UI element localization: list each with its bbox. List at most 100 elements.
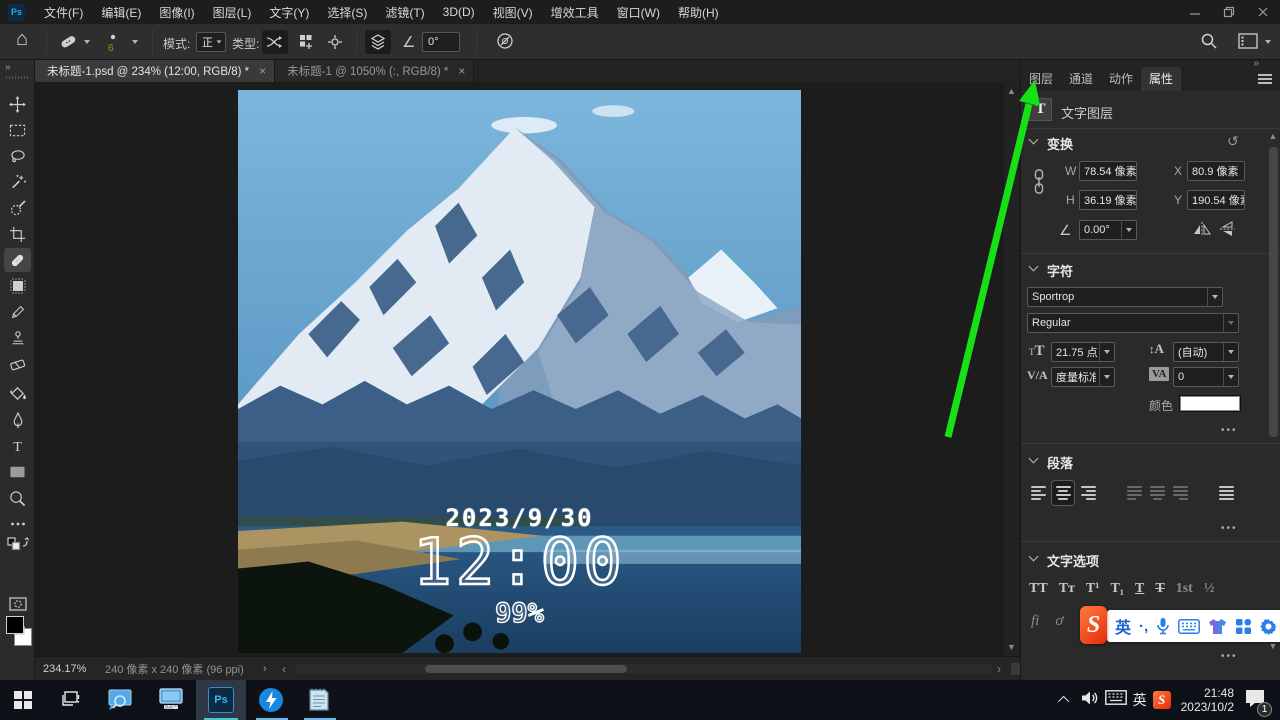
- swap-colors-icon[interactable]: [4, 534, 31, 554]
- mode-select[interactable]: 正: [196, 32, 226, 52]
- justify-all-button[interactable]: [1215, 481, 1237, 505]
- kerning-select[interactable]: 度量标准: [1051, 367, 1115, 387]
- spot-healing-brush-tool[interactable]: [4, 248, 31, 272]
- panel-collapse-icon[interactable]: »: [1253, 58, 1259, 69]
- scroll-down-icon[interactable]: ▼: [1004, 642, 1019, 652]
- sogou-mic-icon[interactable]: [1156, 617, 1170, 635]
- justify-last-right-button[interactable]: [1169, 481, 1191, 505]
- canvas-area[interactable]: 2023/9/30 12:00 99% ▲ ▼: [35, 82, 1020, 656]
- tray-expand-icon[interactable]: [1057, 695, 1069, 708]
- align-left-button[interactable]: [1027, 481, 1049, 505]
- menu-filter[interactable]: 滤镜(T): [376, 0, 433, 24]
- menu-select[interactable]: 选择(S): [318, 0, 376, 24]
- panel-menu-icon[interactable]: [1258, 74, 1272, 84]
- gradient-tool[interactable]: [4, 382, 31, 406]
- taskbar-language-indicator[interactable]: 英: [1133, 690, 1147, 710]
- transform-collapse-icon[interactable]: [1028, 134, 1039, 145]
- panel-scroll-down-icon[interactable]: ▼: [1267, 641, 1279, 651]
- justify-last-center-button[interactable]: [1146, 481, 1168, 505]
- type-tool[interactable]: T: [4, 434, 31, 458]
- task-view-button[interactable]: [48, 680, 94, 720]
- font-size-select[interactable]: 21.75 点: [1051, 342, 1115, 362]
- strikethrough-button[interactable]: T: [1155, 581, 1164, 597]
- remote-desktop-button[interactable]: [148, 680, 194, 720]
- scroll-right-icon[interactable]: ›: [997, 662, 1001, 676]
- y-field[interactable]: 190.54 像素: [1187, 190, 1245, 210]
- sogou-toolbox-icon[interactable]: [1235, 618, 1252, 635]
- swash-button[interactable]: ơ: [1055, 613, 1063, 630]
- justify-last-left-button[interactable]: [1123, 481, 1145, 505]
- tab-channels[interactable]: 通道: [1061, 67, 1101, 91]
- taskbar-app2-button[interactable]: [248, 680, 294, 720]
- reset-transform-icon[interactable]: ↺: [1227, 133, 1239, 150]
- sogou-language-toggle[interactable]: 英: [1115, 614, 1131, 638]
- font-style-select[interactable]: Regular: [1027, 313, 1239, 333]
- tool-dropdown-caret[interactable]: [84, 40, 90, 44]
- content-aware-button[interactable]: [262, 30, 288, 54]
- ordinals-button[interactable]: 1st: [1176, 581, 1193, 597]
- ligatures-button[interactable]: fi: [1031, 613, 1039, 630]
- search-icon[interactable]: [1200, 32, 1218, 50]
- sogou-punctuation-toggle[interactable]: ·,: [1139, 618, 1148, 635]
- taskbar-clock[interactable]: 21:48 2023/10/2: [1181, 686, 1234, 714]
- marquee-tool[interactable]: [4, 118, 31, 142]
- taskbar-photoshop-button[interactable]: Ps: [196, 680, 246, 720]
- brush-dropdown-caret[interactable]: [132, 40, 138, 44]
- underline-button[interactable]: T: [1135, 581, 1144, 597]
- pen-tool[interactable]: [4, 408, 31, 432]
- canvas-image[interactable]: 2023/9/30 12:00 99%: [238, 90, 801, 653]
- sogou-keyboard-icon[interactable]: [1178, 618, 1201, 634]
- quick-mask-icon[interactable]: [4, 592, 31, 616]
- pencil-tool[interactable]: [4, 300, 31, 324]
- canvas-horizontal-scrollbar[interactable]: [295, 664, 993, 674]
- workspace-switcher-icon[interactable]: [1238, 33, 1258, 49]
- stamp-tool[interactable]: [4, 326, 31, 350]
- home-icon[interactable]: ⌂: [16, 28, 28, 51]
- healing-brush-tool-icon[interactable]: [56, 31, 80, 53]
- font-family-select[interactable]: Sportrop: [1027, 287, 1223, 307]
- create-texture-button[interactable]: [294, 30, 320, 54]
- text-color-swatch[interactable]: [1179, 395, 1241, 412]
- zoom-level[interactable]: 234.17%: [43, 663, 86, 675]
- shape-tool[interactable]: [4, 460, 31, 484]
- rotation-field[interactable]: 0.00°: [1079, 220, 1137, 240]
- leading-select[interactable]: (自动): [1173, 342, 1239, 362]
- type-options-collapse-icon[interactable]: [1028, 551, 1039, 562]
- tab-actions[interactable]: 动作: [1101, 67, 1141, 91]
- menu-help[interactable]: 帮助(H): [669, 0, 728, 24]
- menu-plugins[interactable]: 增效工具: [542, 0, 608, 24]
- menu-edit[interactable]: 编辑(E): [92, 0, 150, 24]
- subscript-button[interactable]: T₁: [1110, 581, 1124, 597]
- proximity-match-button[interactable]: [322, 30, 348, 54]
- volume-icon[interactable]: [1081, 690, 1099, 711]
- taskbar-sogou-icon[interactable]: S: [1152, 691, 1171, 709]
- menu-layer[interactable]: 图层(L): [204, 0, 261, 24]
- type-options-more-icon[interactable]: •••: [1221, 651, 1238, 662]
- scroll-up-icon[interactable]: ▲: [1004, 86, 1019, 96]
- sogou-skin-icon[interactable]: [1208, 618, 1227, 635]
- menu-3d[interactable]: 3D(D): [434, 0, 484, 24]
- brush-preview-icon[interactable]: [108, 32, 118, 42]
- pattern-stamp-tool[interactable]: [4, 274, 31, 298]
- fractions-button[interactable]: ½: [1204, 581, 1215, 597]
- character-collapse-icon[interactable]: [1028, 261, 1039, 272]
- close-button[interactable]: [1246, 0, 1280, 24]
- minimize-button[interactable]: [1178, 0, 1212, 24]
- tools-grip[interactable]: [6, 76, 28, 79]
- workspace-caret[interactable]: [1265, 40, 1271, 44]
- notification-center-button[interactable]: 1: [1244, 688, 1272, 717]
- eraser-tool[interactable]: [4, 352, 31, 376]
- document-tab-1-close-icon[interactable]: ×: [259, 64, 266, 78]
- paragraph-collapse-icon[interactable]: [1028, 453, 1039, 464]
- sogou-settings-icon[interactable]: [1260, 618, 1278, 635]
- canvas-vertical-scrollbar[interactable]: ▲ ▼: [1004, 82, 1019, 656]
- lasso-tool[interactable]: [4, 144, 31, 168]
- tab-layers[interactable]: 图层: [1021, 67, 1061, 91]
- taskbar-notepad-button[interactable]: [296, 680, 342, 720]
- character-more-icon[interactable]: •••: [1221, 425, 1238, 436]
- more-tools-icon[interactable]: [4, 512, 31, 536]
- align-center-button[interactable]: [1052, 481, 1074, 505]
- tools-collapse-icon[interactable]: »: [5, 62, 10, 73]
- superscript-button[interactable]: T¹: [1086, 581, 1100, 597]
- horizontal-scroll-thumb[interactable]: [425, 665, 627, 673]
